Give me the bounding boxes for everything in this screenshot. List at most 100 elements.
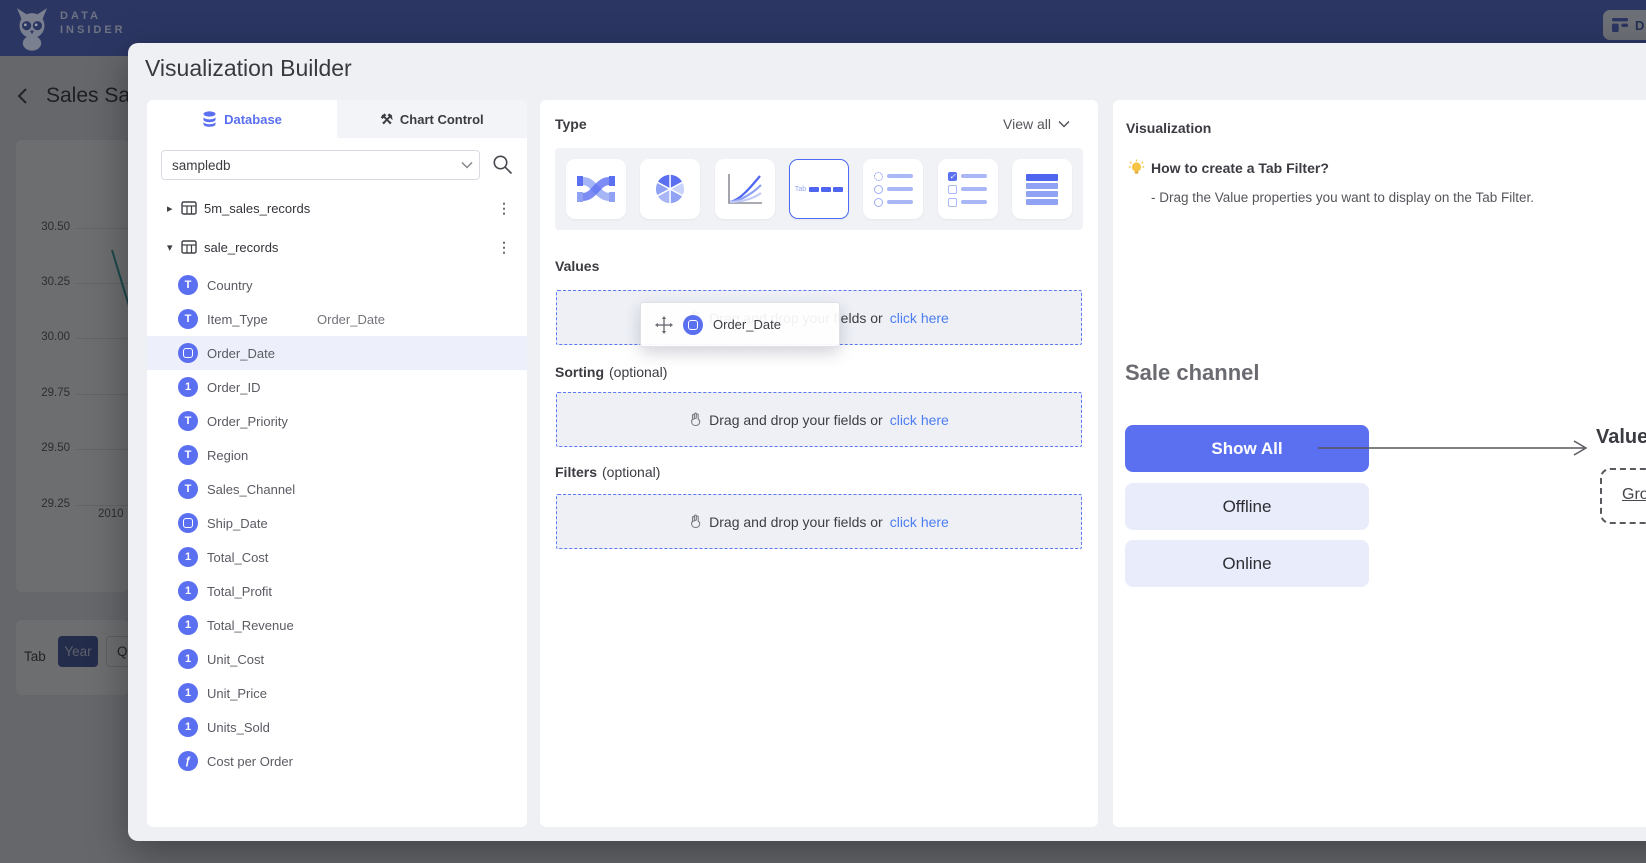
- tab-database-label: Database: [224, 112, 282, 127]
- function-type-icon: ƒ: [178, 751, 198, 771]
- drag-hand-icon: [689, 514, 702, 529]
- field-row[interactable]: 1 Unit_Cost: [147, 642, 527, 676]
- tab-chart-control-label: Chart Control: [400, 112, 484, 127]
- chart-type-line[interactable]: [715, 159, 775, 219]
- field-row[interactable]: T Country: [147, 268, 527, 302]
- value-annotation-label: Value: [1596, 426, 1646, 449]
- field-row[interactable]: 1 Total_Profit: [147, 574, 527, 608]
- field-label: Order_ID: [207, 380, 260, 395]
- table-row-sale-records[interactable]: ▾ sale_records ⋮: [147, 230, 527, 264]
- field-label: Total_Cost: [207, 550, 268, 565]
- owl-logo-icon: [12, 6, 52, 52]
- chart-type-checkbox-list[interactable]: ✓: [938, 159, 998, 219]
- dropzone-text: Drag and drop your fields or: [709, 412, 883, 428]
- chart-type-table[interactable]: [1012, 159, 1072, 219]
- chart-type-tab-filter[interactable]: Tab: [789, 159, 849, 219]
- dashboard-icon: [1612, 18, 1628, 32]
- caret-right-icon[interactable]: ▸: [167, 202, 181, 215]
- kebab-menu-icon[interactable]: ⋮: [497, 239, 511, 256]
- dashboard-nav-button[interactable]: D: [1603, 10, 1646, 40]
- table-name: sale_records: [204, 240, 278, 255]
- tab-chart-control[interactable]: ⚒ Chart Control: [337, 100, 527, 138]
- preview-title: Sale channel: [1125, 360, 1260, 386]
- field-label: Total_Profit: [207, 584, 272, 599]
- table-icon: [181, 201, 197, 215]
- dropzone-text: Drag and drop your fields or: [709, 514, 883, 530]
- preview-button-offline[interactable]: Offline: [1125, 483, 1369, 530]
- tab-filter-icon-label: Tab: [795, 186, 806, 193]
- field-label: Cost per Order: [207, 754, 293, 769]
- view-all-label: View all: [1003, 116, 1051, 132]
- field-row[interactable]: 1 Order_ID: [147, 370, 527, 404]
- sorting-section-label: Sorting (optional): [555, 364, 667, 380]
- optional-suffix: (optional): [602, 464, 660, 480]
- click-here-link[interactable]: click here: [890, 412, 949, 428]
- visualization-panel: Visualization How to create a Tab Filter…: [1113, 100, 1646, 827]
- field-row[interactable]: T Order_Priority: [147, 404, 527, 438]
- group-annotation-link[interactable]: Group: [1622, 486, 1646, 504]
- caret-down-icon[interactable]: ▾: [167, 241, 181, 254]
- optional-suffix: (optional): [609, 364, 667, 380]
- field-row[interactable]: T Region: [147, 438, 527, 472]
- dashboard-button-label: D: [1635, 18, 1644, 33]
- table-icon: [181, 240, 197, 254]
- filters-label: Filters: [555, 464, 597, 480]
- sorting-dropzone[interactable]: Drag and drop your fields or click here: [556, 392, 1082, 447]
- type-section-label: Type: [555, 116, 587, 132]
- visualization-header: Visualization: [1126, 120, 1211, 136]
- date-type-icon: [178, 513, 198, 533]
- chart-type-radio-list[interactable]: [863, 159, 923, 219]
- view-all-button[interactable]: View all: [1003, 116, 1070, 132]
- text-type-icon: T: [178, 479, 198, 499]
- preview-button-online[interactable]: Online: [1125, 540, 1369, 587]
- field-row[interactable]: Ship_Date: [147, 506, 527, 540]
- date-type-icon: [178, 343, 198, 363]
- click-here-link[interactable]: click here: [890, 514, 949, 530]
- group-annotation-box: Group: [1600, 468, 1646, 524]
- search-icon[interactable]: [492, 154, 513, 175]
- database-panel: Database ⚒ Chart Control ▸: [147, 100, 527, 827]
- tip-title: How to create a Tab Filter?: [1151, 160, 1329, 176]
- radio-list-icon: [874, 172, 913, 207]
- drag-hand-icon: [689, 412, 702, 427]
- chart-type-pie[interactable]: [640, 159, 700, 219]
- move-icon: [655, 316, 673, 334]
- kebab-menu-icon[interactable]: ⋮: [497, 200, 511, 217]
- field-label: Total_Revenue: [207, 618, 294, 633]
- field-label: Item_Type: [207, 312, 268, 327]
- table-name: 5m_sales_records: [204, 201, 310, 216]
- chevron-down-icon: [1058, 120, 1070, 128]
- chevron-down-icon[interactable]: [461, 161, 473, 169]
- click-here-link[interactable]: click here: [890, 310, 949, 326]
- text-type-icon: T: [178, 411, 198, 431]
- database-select-input[interactable]: [161, 150, 480, 180]
- text-type-icon: T: [178, 445, 198, 465]
- tab-database[interactable]: Database: [147, 100, 337, 138]
- table-row-5m-sales-records[interactable]: ▸ 5m_sales_records ⋮: [147, 191, 527, 225]
- field-label: Sales_Channel: [207, 482, 295, 497]
- field-row[interactable]: 1 Total_Revenue: [147, 608, 527, 642]
- brand: DATA INSIDER: [60, 10, 126, 36]
- sorting-label: Sorting: [555, 364, 604, 380]
- chart-type-sankey[interactable]: [566, 159, 626, 219]
- lightbulb-icon: [1128, 159, 1145, 177]
- number-type-icon: 1: [178, 649, 198, 669]
- field-row[interactable]: 1 Total_Cost: [147, 540, 527, 574]
- chart-control-icon: ⚒: [380, 111, 393, 128]
- line-chart-icon: [726, 172, 764, 206]
- brand-line2: INSIDER: [60, 24, 126, 36]
- field-row[interactable]: 1 Units_Sold: [147, 710, 527, 744]
- drag-ghost-label: Order_Date: [317, 312, 385, 327]
- brand-line1: DATA: [60, 10, 126, 22]
- dragging-field-chip[interactable]: Order_Date: [640, 302, 840, 347]
- field-row[interactable]: Order_Date: [147, 336, 527, 370]
- field-label: Ship_Date: [207, 516, 268, 531]
- sankey-chart-icon: [576, 172, 616, 206]
- filters-dropzone[interactable]: Drag and drop your fields or click here: [556, 494, 1082, 549]
- app-root: Sales Sa 30.50 30.25 30.00 29.75 29.50 2…: [0, 0, 1646, 863]
- field-row[interactable]: T Sales_Channel: [147, 472, 527, 506]
- pie-chart-icon: [652, 171, 688, 207]
- field-row[interactable]: ƒ Cost per Order: [147, 744, 527, 778]
- field-row[interactable]: 1 Unit_Price: [147, 676, 527, 710]
- number-type-icon: 1: [178, 377, 198, 397]
